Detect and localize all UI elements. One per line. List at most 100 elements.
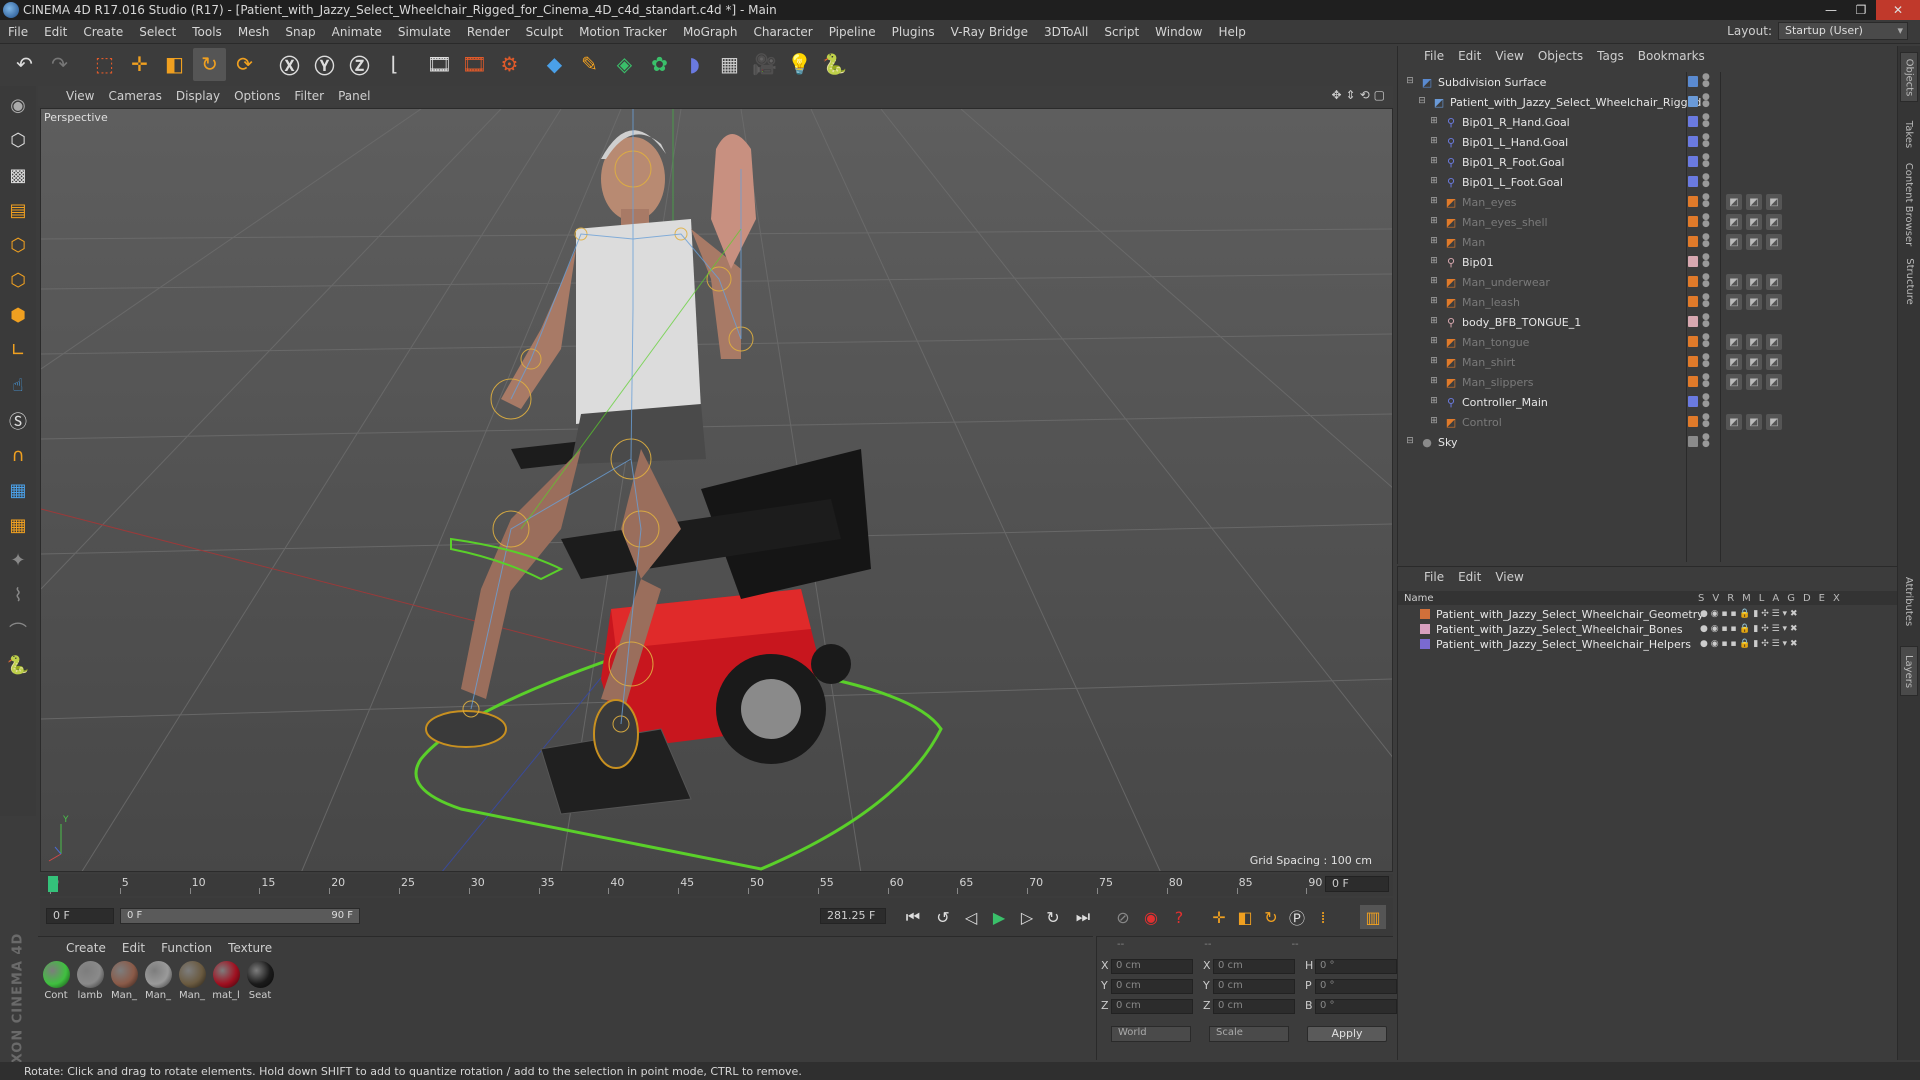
right-tab-takes[interactable]: Takes — [1900, 106, 1918, 162]
menu-simulate[interactable]: Simulate — [390, 25, 459, 39]
coordinate-system-dropdown[interactable]: World — [1111, 1026, 1191, 1042]
prev-frame-icon[interactable]: ◁ — [958, 905, 984, 929]
undo-icon[interactable]: ↶ — [8, 48, 41, 81]
scale-icon[interactable]: ◧ — [158, 48, 191, 81]
rotation-p-field[interactable]: 0 ° — [1315, 979, 1397, 994]
position-z-field[interactable]: 0 cm — [1111, 999, 1193, 1014]
soft-selection-icon[interactable]: ✦ — [3, 545, 33, 576]
visibility-dots-icon[interactable]: ● ● — [1702, 253, 1710, 269]
visibility-dots-icon[interactable]: ● ● — [1702, 373, 1710, 389]
timeline-window-icon[interactable]: ▥ — [1360, 905, 1386, 929]
autokey-icon[interactable]: ◉ — [1138, 905, 1164, 929]
material-tag-icon[interactable]: ◩ — [1766, 414, 1782, 430]
menu-edit[interactable]: Edit — [36, 25, 75, 39]
object-row[interactable]: ⊞ ◩ Man_leash ● ● ◩ ◩ ◩ — [1398, 292, 1898, 312]
polygons-mode-icon[interactable]: ⬢ — [3, 300, 33, 331]
z-axis-icon[interactable]: Ⓩ — [343, 48, 376, 81]
apply-button[interactable]: Apply — [1307, 1026, 1387, 1042]
material-tag-icon[interactable]: ◩ — [1726, 354, 1742, 370]
menu-tools[interactable]: Tools — [184, 25, 230, 39]
x-axis-icon[interactable]: Ⓧ — [273, 48, 306, 81]
object-row[interactable]: ⊞ ⚲ Bip01_L_Hand.Goal ● ● — [1398, 132, 1898, 152]
om-menu-file[interactable]: File — [1424, 49, 1444, 63]
layer-column-label[interactable]: E — [1819, 593, 1825, 604]
expand-toggle-icon[interactable]: ⊞ — [1428, 176, 1440, 188]
size-x-field[interactable]: 0 cm — [1213, 959, 1295, 974]
visibility-dots-icon[interactable]: ● ● — [1702, 293, 1710, 309]
layer-color-swatch[interactable] — [1688, 276, 1698, 287]
y-axis-icon[interactable]: Ⓨ — [308, 48, 341, 81]
viewport-menu-display[interactable]: Display — [176, 89, 220, 103]
collapse-toggle-icon[interactable]: ⊟ — [1404, 76, 1416, 88]
material-tag-icon[interactable]: ◩ — [1726, 294, 1742, 310]
layer-color-swatch[interactable] — [1688, 296, 1698, 307]
material-tag-icon[interactable]: ◩ — [1746, 294, 1762, 310]
visibility-dots-icon[interactable]: ● ● — [1702, 413, 1710, 429]
key-rotation-icon[interactable]: ↻ — [1258, 905, 1284, 929]
next-key-icon[interactable]: ↻ — [1040, 905, 1066, 929]
object-row[interactable]: ⊞ ◩ Man_eyes ● ● ◩ ◩ ◩ — [1398, 192, 1898, 212]
material-menu-edit[interactable]: Edit — [122, 941, 145, 955]
make-editable-icon[interactable]: ◉ — [3, 90, 33, 121]
key-pla-icon[interactable]: ⁞ — [1310, 905, 1336, 929]
object-row[interactable]: ⊟ ◩ Patient_with_Jazzy_Select_Wheelchair_R… — [1398, 92, 1898, 112]
visibility-dots-icon[interactable]: ● ● — [1702, 333, 1710, 349]
expand-toggle-icon[interactable]: ⊞ — [1428, 416, 1440, 428]
expand-toggle-icon[interactable]: ⊞ — [1428, 356, 1440, 368]
layer-color-swatch[interactable] — [1688, 196, 1698, 207]
menu-character[interactable]: Character — [745, 25, 820, 39]
object-row[interactable]: ⊞ ⚲ Bip01_R_Hand.Goal ● ● — [1398, 112, 1898, 132]
object-row[interactable]: ⊞ ⚲ Bip01_L_Foot.Goal ● ● — [1398, 172, 1898, 192]
record-keys-icon[interactable]: ⊘ — [1110, 905, 1136, 929]
expand-toggle-icon[interactable]: ⊞ — [1428, 136, 1440, 148]
rotate-icon[interactable]: ↻ — [193, 47, 226, 81]
maximize-button[interactable]: ❐ — [1846, 0, 1876, 20]
om-menu-edit[interactable]: Edit — [1458, 49, 1481, 63]
layout-dropdown[interactable]: Startup (User) — [1778, 22, 1908, 40]
key-position-icon[interactable]: ✛ — [1206, 905, 1232, 929]
expand-toggle-icon[interactable]: ⊞ — [1428, 236, 1440, 248]
layer-color-swatch[interactable] — [1688, 216, 1698, 227]
workplane-icon[interactable]: ▤ — [3, 195, 33, 226]
material-tag-icon[interactable]: ◩ — [1726, 374, 1742, 390]
lm-menu-view[interactable]: View — [1495, 570, 1523, 584]
lm-menu-edit[interactable]: Edit — [1458, 570, 1481, 584]
planar-workplane-icon[interactable]: ▦ — [3, 510, 33, 541]
visibility-dots-icon[interactable]: ● ● — [1702, 213, 1710, 229]
object-row[interactable]: ⊞ ◩ Man_shirt ● ● ◩ ◩ ◩ — [1398, 352, 1898, 372]
timeline-ruler[interactable]: 051015202530354045505560657075808590 0 F — [40, 874, 1393, 896]
goto-start-icon[interactable]: ⏮ — [900, 905, 926, 929]
layer-row[interactable]: Patient_with_Jazzy_Select_Wheelchair_Geo… — [1398, 607, 1898, 621]
menu-select[interactable]: Select — [131, 25, 184, 39]
material-item[interactable]: mat_l — [212, 961, 240, 1001]
viewport-menu-filter[interactable]: Filter — [294, 89, 324, 103]
menu-3dtoall[interactable]: 3DToAll — [1036, 25, 1096, 39]
hair-icon[interactable]: ⌒ — [3, 615, 33, 646]
size-z-field[interactable]: 0 cm — [1213, 999, 1295, 1014]
material-tag-icon[interactable]: ◩ — [1726, 274, 1742, 290]
layer-color-swatch[interactable] — [1688, 256, 1698, 267]
key-parameter-icon[interactable]: Ⓟ — [1284, 905, 1310, 929]
layer-color-swatch[interactable] — [1688, 156, 1698, 167]
visibility-dots-icon[interactable]: ● ● — [1702, 93, 1710, 109]
texture-mode-icon[interactable]: ▩ — [3, 160, 33, 191]
pan-icon[interactable]: ✥ — [1331, 88, 1341, 102]
next-frame-icon[interactable]: ▷ — [1014, 905, 1040, 929]
object-row[interactable]: ⊞ ⚲ Bip01 ● ● — [1398, 252, 1898, 272]
object-row[interactable]: ⊟ ◩ Subdivision Surface ● ● — [1398, 72, 1898, 92]
expand-toggle-icon[interactable]: ⊞ — [1428, 376, 1440, 388]
menu-mesh[interactable]: Mesh — [230, 25, 278, 39]
layer-color-swatch[interactable] — [1688, 236, 1698, 247]
collapse-toggle-icon[interactable]: ⊟ — [1404, 436, 1416, 448]
layer-color-swatch[interactable] — [1688, 316, 1698, 327]
layer-column-label[interactable]: S — [1698, 593, 1704, 604]
material-tag-icon[interactable]: ◩ — [1766, 194, 1782, 210]
material-tag-icon[interactable]: ◩ — [1766, 274, 1782, 290]
visibility-dots-icon[interactable]: ● ● — [1702, 393, 1710, 409]
viewport-menu-view[interactable]: View — [66, 89, 94, 103]
maximize-view-icon[interactable]: ▢ — [1374, 88, 1385, 102]
layer-color-swatch[interactable] — [1688, 436, 1698, 447]
start-frame-field[interactable]: 0 F — [46, 908, 114, 924]
layer-toggle-icons[interactable]: ● ◉ ▪ ▪ 🔒 ▮ ✣ ☰ ▾ ✖ — [1700, 624, 1797, 634]
render-picture-viewer-icon[interactable]: 🎞 — [458, 48, 491, 81]
